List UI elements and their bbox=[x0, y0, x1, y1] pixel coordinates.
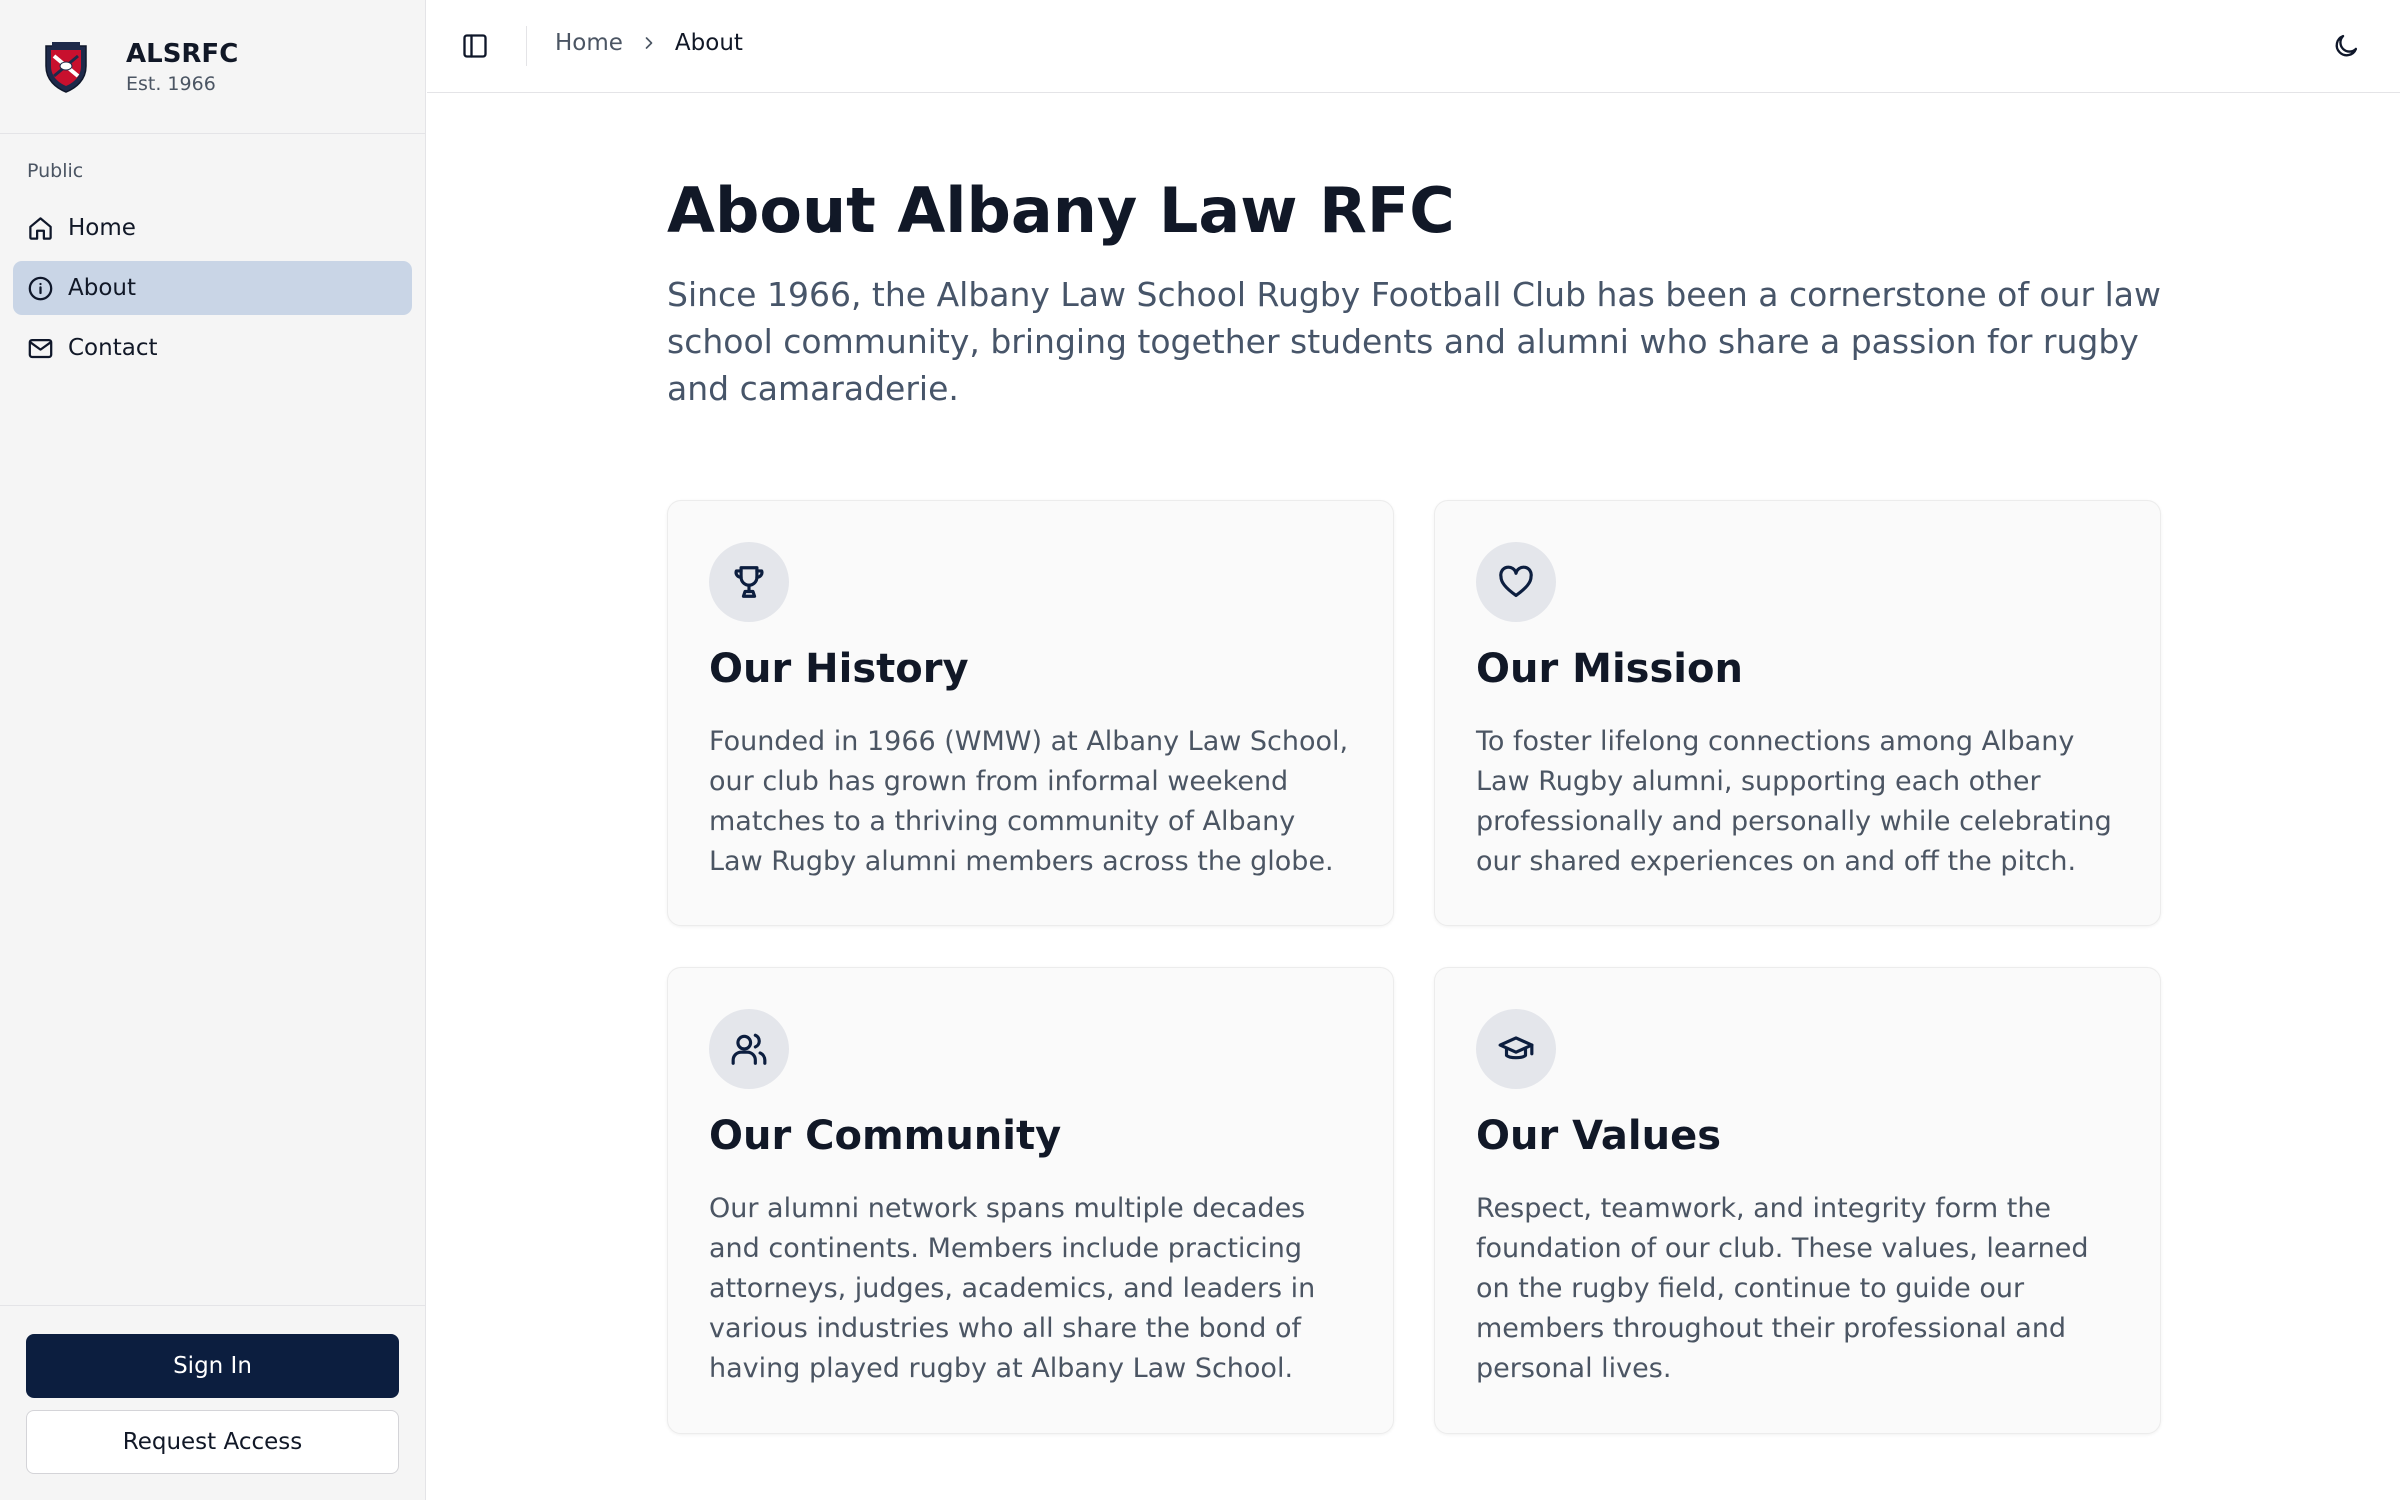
page-intro: Since 1966, the Albany Law School Rugby … bbox=[667, 275, 2161, 408]
card-text: Our alumni network spans multiple decade… bbox=[709, 1193, 1316, 1384]
top-bar: Home About bbox=[427, 0, 2400, 93]
trophy-icon bbox=[734, 566, 764, 598]
sidebar-item-label: About bbox=[68, 275, 137, 301]
card-icon-badge bbox=[1476, 542, 1556, 622]
sidebar-toggle-button[interactable] bbox=[461, 32, 489, 60]
page-title: About Albany Law RFC bbox=[667, 174, 1455, 247]
card-text: Founded in 1966 (WMW) at Albany Law Scho… bbox=[709, 726, 1349, 877]
main-content: About Albany Law RFC Since 1966, the Alb… bbox=[667, 93, 2161, 1434]
header-divider bbox=[526, 26, 527, 66]
card-our-history: Our History Founded in 1966 (WMW) at Alb… bbox=[667, 500, 1394, 926]
club-crest-logo bbox=[45, 41, 87, 93]
card-title: Our History bbox=[709, 646, 969, 692]
graduation-cap-icon bbox=[1498, 1036, 1534, 1060]
sidebar-footer: Sign In Request Access bbox=[0, 1305, 426, 1500]
sign-in-button[interactable]: Sign In bbox=[26, 1334, 399, 1398]
sidebar-item-about[interactable]: About bbox=[13, 261, 412, 315]
breadcrumb-home-link[interactable]: Home bbox=[555, 30, 623, 56]
card-icon-badge bbox=[1476, 1009, 1556, 1089]
users-icon bbox=[731, 1033, 767, 1065]
card-our-values: Our Values Respect, teamwork, and integr… bbox=[1434, 967, 2161, 1434]
brand-header[interactable]: ALSRFC Est. 1966 bbox=[0, 0, 425, 134]
nav-group-label: Public bbox=[27, 160, 84, 182]
brand-name: ALSRFC bbox=[126, 38, 239, 69]
home-icon bbox=[29, 216, 52, 240]
sidebar-item-label: Contact bbox=[68, 335, 158, 361]
breadcrumb-current: About bbox=[674, 30, 743, 56]
theme-toggle-button[interactable] bbox=[2332, 32, 2360, 60]
panel-left-icon bbox=[463, 34, 487, 58]
card-text: To foster lifelong connections among Alb… bbox=[1476, 726, 2112, 877]
moon-icon bbox=[2335, 34, 2358, 57]
card-title: Our Values bbox=[1476, 1113, 1722, 1159]
card-our-mission: Our Mission To foster lifelong connectio… bbox=[1434, 500, 2161, 926]
sidebar-item-home[interactable]: Home bbox=[13, 201, 412, 255]
card-our-community: Our Community Our alumni network spans m… bbox=[667, 967, 1394, 1434]
sidebar-item-contact[interactable]: Contact bbox=[13, 321, 412, 375]
card-icon-badge bbox=[709, 542, 789, 622]
sidebar-nav: Home About Contact bbox=[13, 201, 412, 381]
card-text: Respect, teamwork, and integrity form th… bbox=[1476, 1193, 2089, 1384]
card-title: Our Community bbox=[709, 1113, 1062, 1159]
request-access-button[interactable]: Request Access bbox=[26, 1410, 399, 1474]
card-title: Our Mission bbox=[1476, 646, 1743, 692]
mail-icon bbox=[28, 338, 53, 358]
chevron-right-icon bbox=[645, 37, 653, 49]
heart-icon bbox=[1499, 565, 1533, 598]
breadcrumb: Home About bbox=[555, 30, 743, 56]
sidebar-item-label: Home bbox=[68, 215, 136, 241]
card-icon-badge bbox=[709, 1009, 789, 1089]
info-icon bbox=[28, 276, 53, 300]
brand-subtitle: Est. 1966 bbox=[126, 72, 216, 95]
sidebar: ALSRFC Est. 1966 Public Home About Conta… bbox=[0, 0, 426, 1500]
